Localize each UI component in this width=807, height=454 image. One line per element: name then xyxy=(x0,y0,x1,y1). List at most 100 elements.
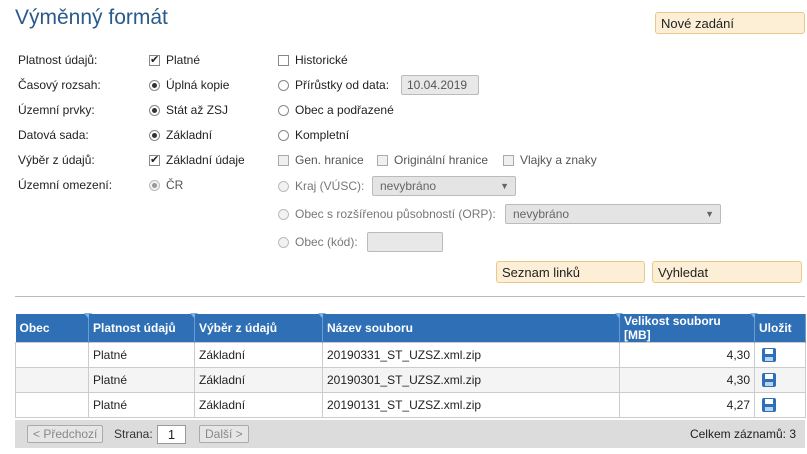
dataset-basic-radio[interactable]: Základní xyxy=(149,128,212,142)
territorial-municipality-label: Obec a podřazené xyxy=(295,103,394,117)
restriction-kraj-label: Kraj (VÚSC): xyxy=(295,179,365,193)
column-header-validity[interactable]: Platnost údajů xyxy=(88,313,198,343)
column-header-label: Název souboru xyxy=(327,321,414,335)
cell-obec xyxy=(15,392,89,418)
restriction-cr-label: ČR xyxy=(166,178,184,192)
cell-filename: 20190301_ST_UZSZ.xml.zip xyxy=(322,367,620,393)
orp-select-value: nevybráno xyxy=(513,207,570,221)
validity-historic-label: Historické xyxy=(295,53,348,67)
pager-bar: < Předchozí Strana: 1 Další > Celkem záz… xyxy=(15,420,805,448)
time-range-label: Časový rozsah: xyxy=(18,78,101,92)
checkbox-checked-icon xyxy=(149,153,160,166)
radio-selected-icon xyxy=(149,129,160,141)
kraj-select-value: nevybráno xyxy=(380,179,437,193)
column-header-label: Obec xyxy=(19,321,50,335)
territorial-state-radio[interactable]: Stát až ZSJ xyxy=(149,103,228,117)
restriction-obec-label: Obec (kód): xyxy=(295,235,358,249)
radio-icon xyxy=(278,79,289,91)
column-header-label: Uložit xyxy=(759,321,792,335)
cell-filesize: 4,30 xyxy=(619,367,755,393)
validity-historic-checkbox[interactable]: Historické xyxy=(278,53,348,67)
restriction-label: Územní omezení: xyxy=(18,178,113,192)
selection-flags-checkbox[interactable]: Vlajky a znaky xyxy=(503,153,597,167)
links-list-button[interactable]: Seznam linků xyxy=(496,261,645,283)
save-icon[interactable] xyxy=(762,398,776,413)
column-header-label: Platnost údajů xyxy=(93,321,176,335)
date-input[interactable]: 10.04.2019 xyxy=(401,75,479,95)
dataset-complete-label: Kompletní xyxy=(295,128,350,142)
cell-save xyxy=(754,367,806,393)
restriction-cr-radio[interactable]: ČR xyxy=(149,178,183,192)
previous-page-button[interactable]: < Předchozí xyxy=(27,425,104,443)
selection-gen-boundaries-checkbox[interactable]: Gen. hranice xyxy=(278,153,364,167)
radio-selected-icon xyxy=(149,79,160,91)
checkbox-icon xyxy=(503,154,514,166)
column-header-selection[interactable]: Výběr z údajů xyxy=(194,313,326,343)
radio-selected-icon xyxy=(149,104,160,116)
checkbox-icon xyxy=(278,54,289,66)
save-icon[interactable] xyxy=(762,373,776,388)
table-row: Platné Základní 20190301_ST_UZSZ.xml.zip… xyxy=(15,367,806,393)
cell-selection: Základní xyxy=(194,392,323,418)
checkbox-checked-icon xyxy=(149,53,160,66)
time-range-increment-label: Přírůstky od data: xyxy=(295,78,390,92)
cell-obec xyxy=(15,367,89,393)
save-icon[interactable] xyxy=(762,348,776,363)
search-button[interactable]: Vyhledat xyxy=(652,261,802,283)
restriction-obec-radio[interactable]: Obec (kód): xyxy=(278,235,358,249)
column-header-obec[interactable]: Obec xyxy=(15,313,92,343)
next-page-button[interactable]: Další > xyxy=(199,425,249,443)
dataset-complete-radio[interactable]: Kompletní xyxy=(278,128,349,142)
selection-basic-checkbox[interactable]: Základní údaje xyxy=(149,153,245,167)
radio-icon xyxy=(278,208,289,220)
radio-icon xyxy=(278,236,289,248)
cell-selection: Základní xyxy=(194,342,323,368)
orp-select[interactable]: nevybráno ▼ xyxy=(505,204,721,224)
territorial-municipality-radio[interactable]: Obec a podřazené xyxy=(278,103,394,117)
column-header-label: Velikost souboru [MB] xyxy=(624,314,721,342)
selection-flags-label: Vlajky a znaky xyxy=(520,153,597,167)
selection-orig-boundaries-checkbox[interactable]: Originální hranice xyxy=(377,153,488,167)
cell-filename: 20190331_ST_UZSZ.xml.zip xyxy=(322,342,620,368)
cell-validity: Platné xyxy=(88,342,195,368)
obec-code-input[interactable] xyxy=(367,232,443,252)
total-records: Celkem záznamů: 3 xyxy=(689,427,796,441)
column-header-save[interactable]: Uložit xyxy=(754,314,806,343)
validity-valid-checkbox[interactable]: Platné xyxy=(149,53,200,67)
results-table: Obec Platnost údajů Výběr z údajů Název … xyxy=(15,313,806,418)
checkbox-icon xyxy=(278,154,289,166)
validity-valid-label: Platné xyxy=(166,53,201,67)
column-header-filesize[interactable]: Velikost souboru [MB] xyxy=(619,313,758,343)
dataset-basic-label: Základní xyxy=(166,128,213,142)
table-row: Platné Základní 20190331_ST_UZSZ.xml.zip… xyxy=(15,342,806,368)
chevron-down-icon: ▼ xyxy=(500,181,509,191)
time-range-full-radio[interactable]: Úplná kopie xyxy=(149,78,229,92)
kraj-select[interactable]: nevybráno ▼ xyxy=(372,176,516,196)
divider xyxy=(15,296,805,297)
cell-obec xyxy=(15,342,89,368)
table-header-row: Obec Platnost údajů Výběr z údajů Název … xyxy=(15,313,806,343)
checkbox-icon xyxy=(377,154,388,166)
cell-save xyxy=(754,342,806,368)
restriction-orp-label: Obec s rozšířenou působností (ORP): xyxy=(295,207,496,221)
cell-validity: Platné xyxy=(88,367,195,393)
cell-selection: Základní xyxy=(194,367,323,393)
page-number-input[interactable]: 1 xyxy=(157,425,186,444)
restriction-orp-radio[interactable]: Obec s rozšířenou působností (ORP): xyxy=(278,207,496,221)
selection-orig-boundaries-label: Originální hranice xyxy=(394,153,489,167)
cell-save xyxy=(754,392,806,418)
time-range-full-label: Úplná kopie xyxy=(166,78,230,92)
selection-label: Výběr z údajů: xyxy=(18,153,95,167)
page-label: Strana: xyxy=(114,427,153,441)
radio-icon xyxy=(278,104,289,116)
cell-validity: Platné xyxy=(88,392,195,418)
restriction-kraj-radio[interactable]: Kraj (VÚSC): xyxy=(278,179,364,193)
column-header-filename[interactable]: Název souboru xyxy=(322,313,623,343)
page-title: Výměnný formát xyxy=(15,6,168,29)
dataset-label: Datová sada: xyxy=(18,128,89,142)
radio-selected-icon xyxy=(149,179,160,191)
territorial-state-label: Stát až ZSJ xyxy=(166,103,229,117)
radio-icon xyxy=(278,180,289,192)
new-query-button[interactable]: Nové zadání xyxy=(655,12,805,34)
time-range-increment-radio[interactable]: Přírůstky od data: xyxy=(278,78,389,92)
